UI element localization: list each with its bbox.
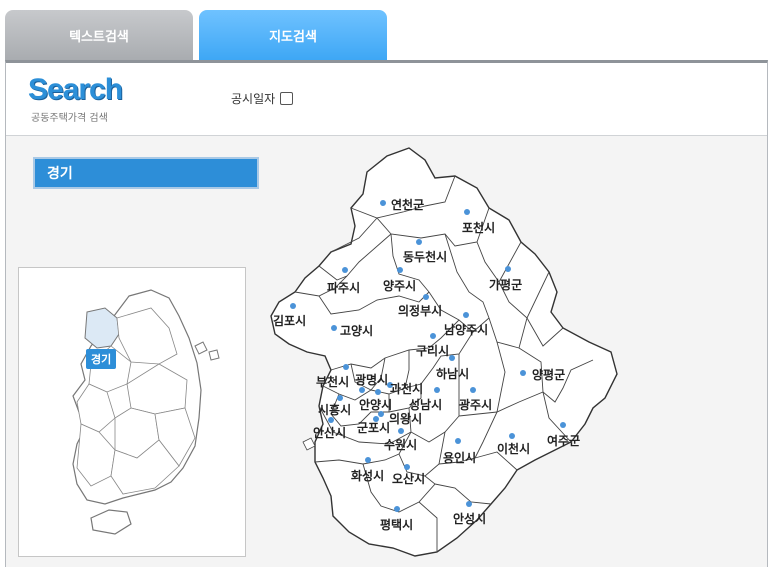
city-label[interactable]: 군포시 xyxy=(357,419,390,436)
city-label[interactable]: 구리시 xyxy=(416,342,449,359)
selected-region[interactable]: 경기 xyxy=(33,157,259,189)
city-label[interactable]: 여주군 xyxy=(547,432,580,449)
city-label[interactable]: 이천시 xyxy=(497,440,530,457)
notice-date-checkbox[interactable] xyxy=(280,92,294,105)
city-label[interactable]: 안산시 xyxy=(313,424,346,441)
city-label[interactable]: 포천시 xyxy=(462,219,495,236)
city-label[interactable]: 부천시 xyxy=(316,373,349,390)
search-header: Search 공동주택가격 검색 공시일자 xyxy=(6,63,767,136)
map-area: 경기 경기 xyxy=(6,136,767,567)
city-label[interactable]: 동두천시 xyxy=(403,248,447,265)
city-label[interactable]: 연천군 xyxy=(391,196,424,213)
city-label[interactable]: 남양주시 xyxy=(444,321,488,338)
city-label[interactable]: 수원시 xyxy=(384,436,417,453)
korea-outline-svg xyxy=(72,289,220,535)
city-label[interactable]: 파주시 xyxy=(327,279,360,296)
search-logo: Search xyxy=(28,73,123,106)
tab-map-search[interactable]: 지도검색 xyxy=(199,10,387,60)
city-label[interactable]: 양주시 xyxy=(383,277,416,294)
mini-map-region-label: 경기 xyxy=(86,349,117,369)
notice-date-label: 공시일자 xyxy=(231,92,276,106)
search-panel: Search 공동주택가격 검색 공시일자 경기 경기 xyxy=(5,60,768,567)
city-label[interactable]: 과천시 xyxy=(390,380,423,397)
city-label[interactable]: 하남시 xyxy=(436,365,469,382)
city-label[interactable]: 용인시 xyxy=(443,449,476,466)
city-label[interactable]: 양평군 xyxy=(532,366,565,383)
city-label[interactable]: 오산시 xyxy=(392,470,425,487)
search-subtitle: 공동주택가격 검색 xyxy=(31,113,108,124)
city-label[interactable]: 의정부시 xyxy=(398,302,442,319)
tab-text-search[interactable]: 텍스트검색 xyxy=(5,10,193,60)
city-label[interactable]: 안양시 xyxy=(359,396,392,413)
city-label[interactable]: 평택시 xyxy=(380,516,413,533)
notice-date-option: 공시일자 xyxy=(231,90,294,107)
korea-mini-map: 경기 xyxy=(18,267,246,557)
city-label[interactable]: 화성시 xyxy=(351,467,384,484)
city-label[interactable]: 광명시 xyxy=(355,371,388,388)
city-label[interactable]: 김포시 xyxy=(273,312,306,329)
city-label[interactable]: 안성시 xyxy=(453,510,486,527)
city-label[interactable]: 시흥시 xyxy=(318,401,351,418)
city-label[interactable]: 고양시 xyxy=(340,322,373,339)
city-label[interactable]: 의왕시 xyxy=(389,410,422,427)
city-label[interactable]: 가평군 xyxy=(489,276,522,293)
city-label[interactable]: 광주시 xyxy=(459,396,492,413)
